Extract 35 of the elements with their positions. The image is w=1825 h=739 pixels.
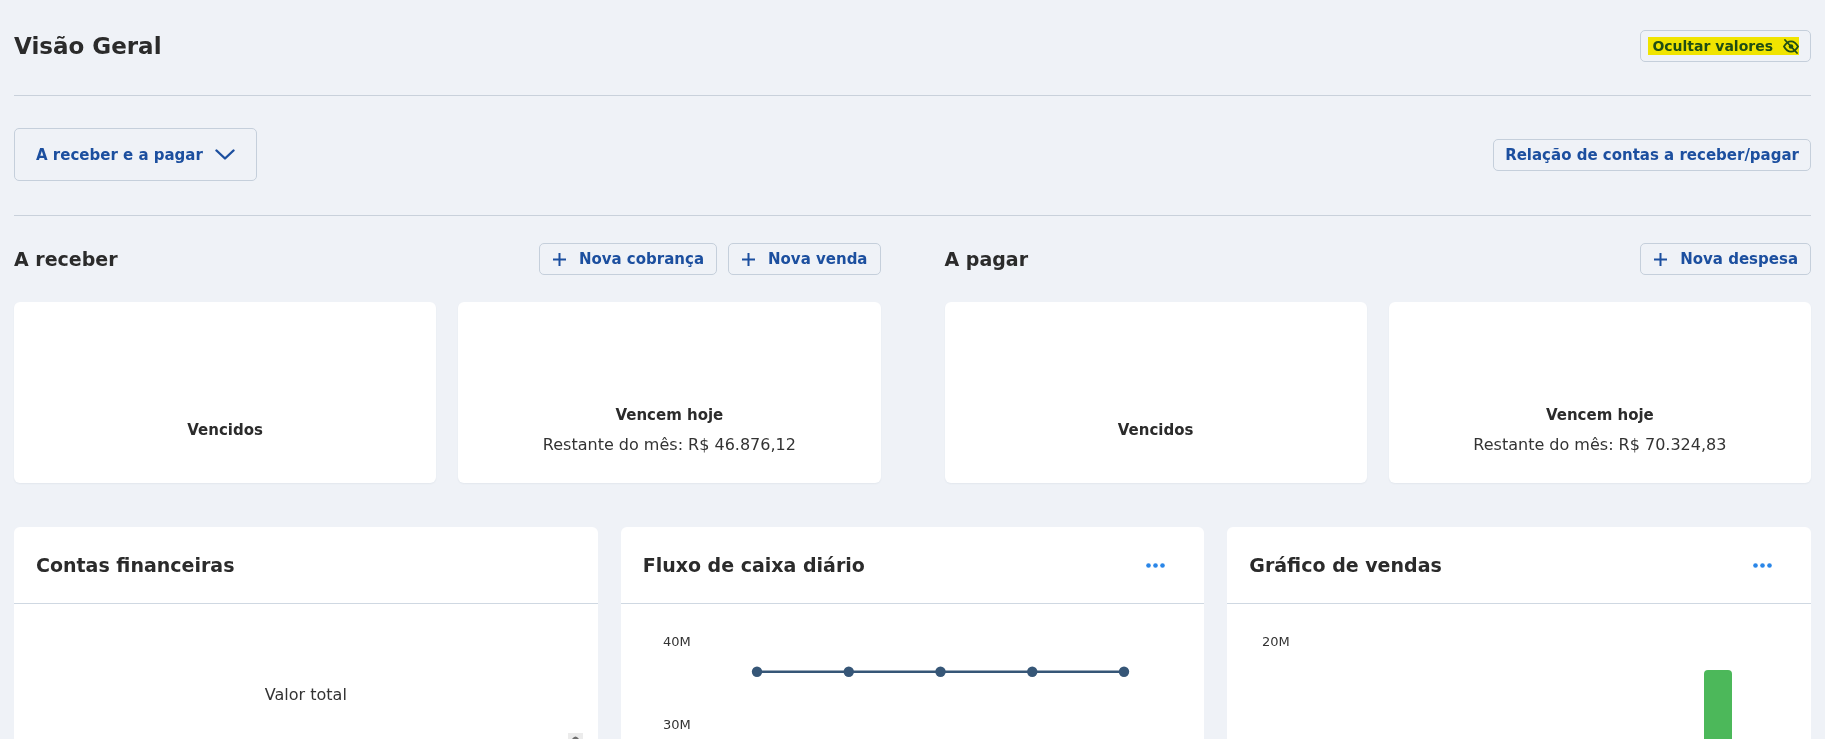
add-button[interactable]: Nova venda (728, 243, 881, 275)
data-point (934, 666, 946, 677)
add-button[interactable]: Nova despesa (1640, 243, 1811, 275)
report-button[interactable]: Relação de contas a receber/pagar (1493, 138, 1811, 171)
axis-tick-label: 20M (1262, 633, 1291, 649)
add-button[interactable]: Nova cobrança (538, 243, 717, 275)
hide-values-button[interactable]: Ocultar valores (1640, 30, 1811, 62)
card-title: Vencem hoje (1545, 404, 1654, 425)
more-options-icon[interactable] (1753, 562, 1772, 568)
filter-dropdown[interactable]: A receber e a pagar (14, 128, 257, 181)
card-title: Vencidos (1117, 419, 1194, 440)
data-point (1026, 666, 1038, 677)
sales-bar (1704, 670, 1733, 739)
panel-title: Fluxo de caixa diário (642, 553, 865, 577)
card-title: Vencem hoje (615, 404, 724, 425)
data-point (1118, 666, 1129, 677)
page-title: Visão Geral (14, 32, 162, 60)
panel-title: Gráfico de vendas (1249, 553, 1442, 577)
section-heading: A pagar (944, 247, 1029, 271)
chevron-down-icon (214, 149, 235, 160)
axis-tick-label: 40M (662, 633, 691, 649)
panel-title: Contas financeiras (36, 553, 235, 577)
section-heading: A receber (14, 247, 118, 271)
eye-slash-icon (1783, 38, 1799, 54)
plus-icon (552, 252, 566, 266)
plus-icon (742, 252, 755, 266)
more-options-icon[interactable] (1146, 562, 1166, 568)
axis-tick-label: 30M (662, 716, 691, 732)
plus-icon (1654, 252, 1668, 266)
data-point (843, 666, 854, 677)
card-detail: Restante do mês: R$ 46.876,12 (542, 434, 796, 455)
card-title: Vencidos (187, 419, 263, 440)
card-detail: Restante do mês: R$ 70.324,83 (1473, 434, 1727, 455)
total-label: Valor total (264, 685, 347, 704)
data-point (751, 666, 762, 677)
